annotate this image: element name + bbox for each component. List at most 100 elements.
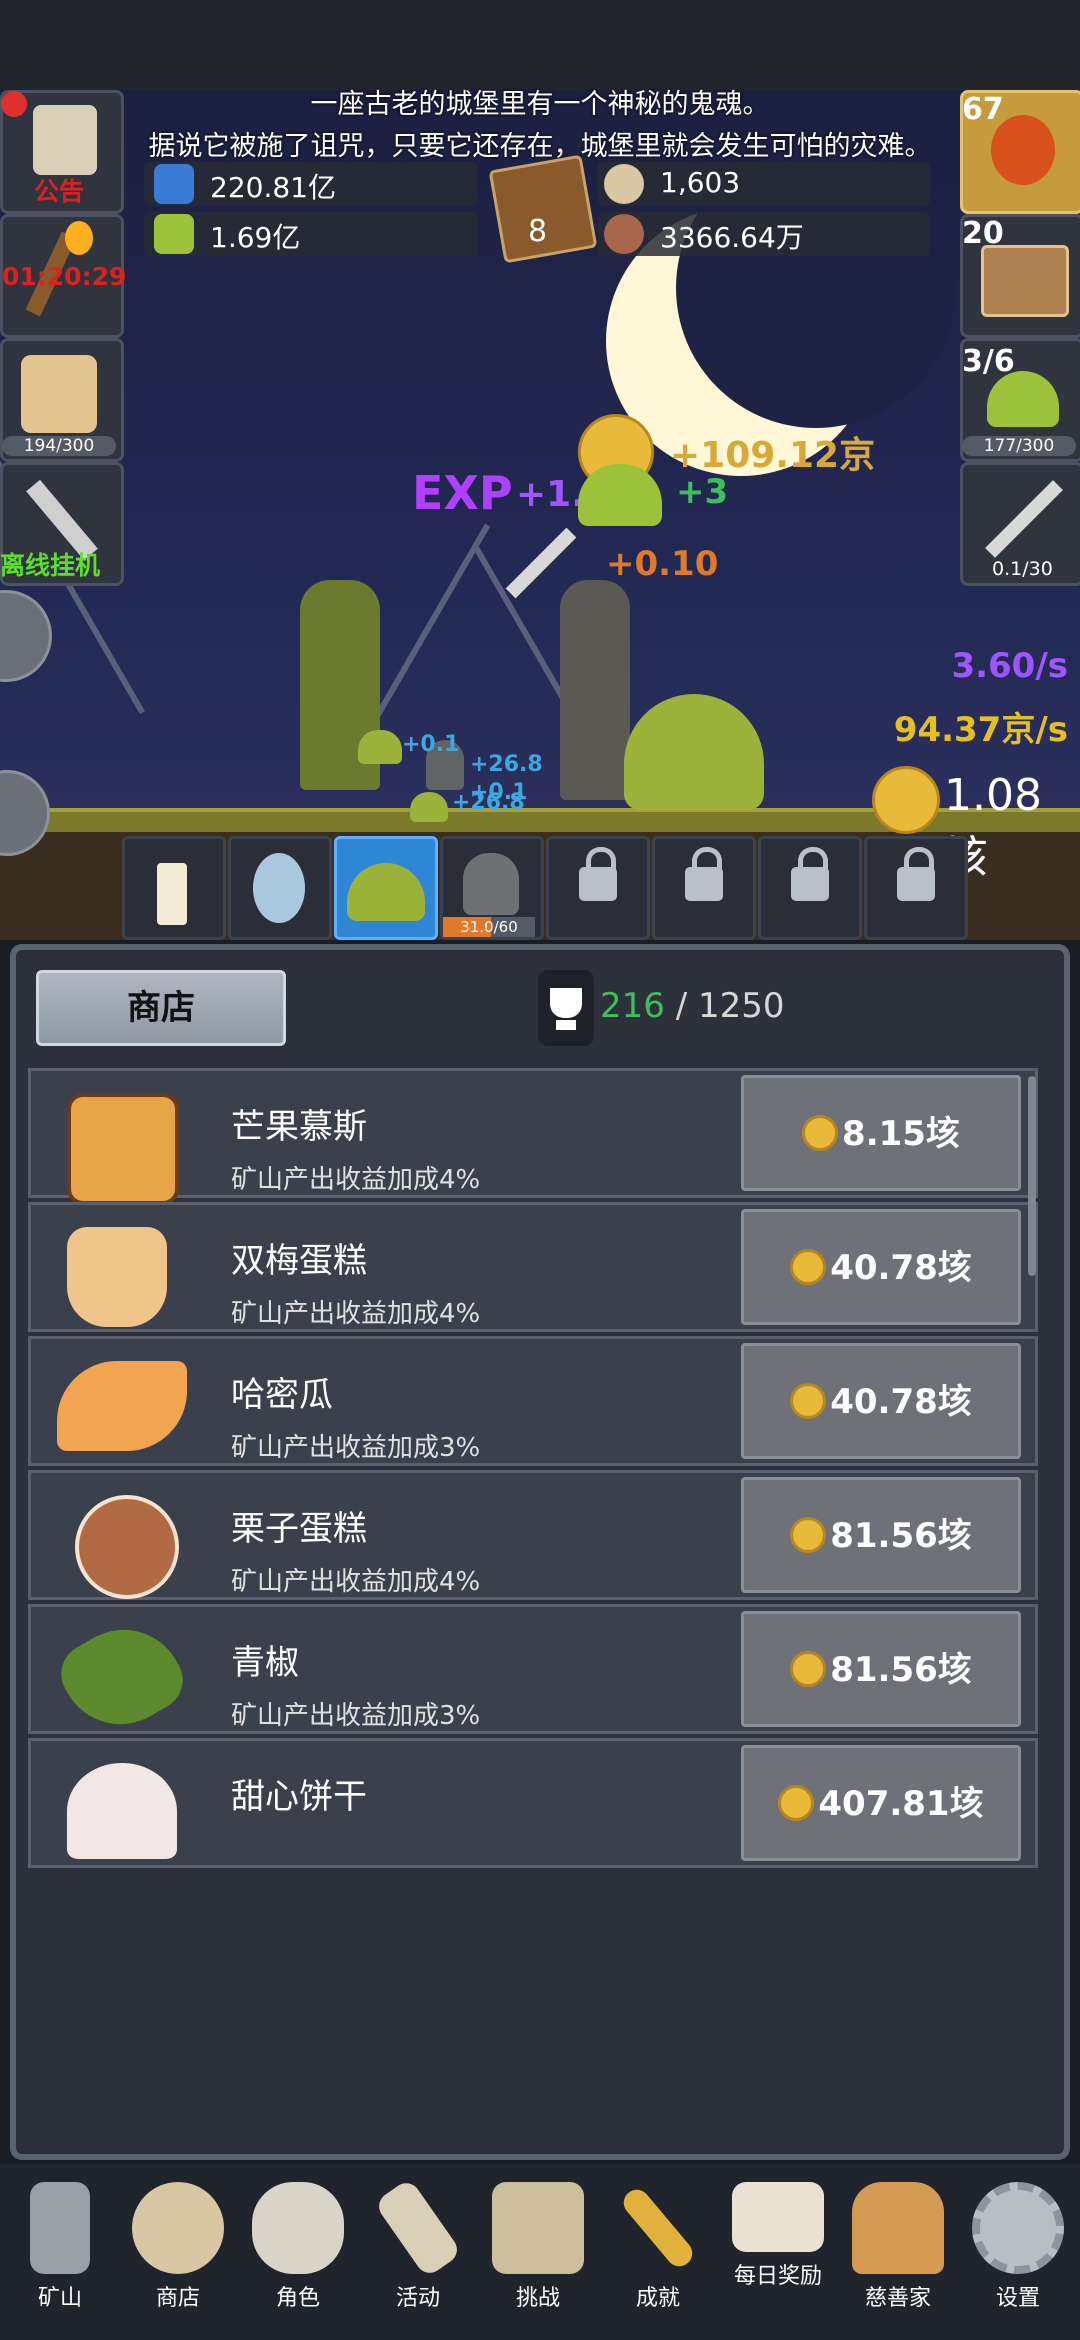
small-gain-2: +26.8: [470, 752, 543, 777]
stone-value: 1,603: [660, 166, 741, 199]
bottom-nav: 矿山 商店 角色 活动 挑战 成就 每日奖励 慈善家 设置: [0, 2164, 1080, 2340]
buy-button[interactable]: 81.56垓: [741, 1611, 1021, 1727]
slime-slot-icon: [347, 863, 425, 921]
nav-character[interactable]: 角色: [238, 2174, 358, 2324]
list-scrollbar[interactable]: [1028, 1076, 1036, 1276]
notice-red-dot: [1, 91, 27, 117]
lock-icon: [791, 847, 829, 901]
nav-challenge[interactable]: 挑战: [478, 2174, 598, 2324]
creature-slot-locked-1[interactable]: [546, 836, 650, 940]
tiny-slime: [410, 792, 448, 822]
slime-gain: +3: [676, 472, 729, 512]
torch-timer: 01:20:29: [2, 262, 127, 291]
creature-slot-locked-4[interactable]: [864, 836, 968, 940]
slime-progress: 177/300: [962, 436, 1076, 456]
nav-label: 设置: [995, 2286, 1040, 2311]
item-name: 青椒: [231, 1643, 299, 1683]
nav-achievement[interactable]: 成就: [598, 2174, 718, 2324]
lock-icon: [579, 847, 617, 901]
story-line-1: 一座古老的城堡里有一个神秘的鬼魂。: [310, 89, 770, 120]
beer-mug-icon: [21, 355, 97, 433]
resource-panel-stone: [598, 162, 930, 206]
trophy-total: 1250: [697, 986, 785, 1026]
plum-cake-icon: [67, 1227, 167, 1327]
nav-event[interactable]: 活动: [358, 2174, 478, 2324]
meat-icon: [604, 214, 644, 254]
creature-slot-slime[interactable]: [334, 836, 438, 940]
nav-settings[interactable]: 设置: [958, 2174, 1078, 2324]
green-slime-float: [578, 464, 662, 526]
trophy-cup: [550, 988, 582, 1018]
creature-slot-ghost[interactable]: 31.0/60: [440, 836, 544, 940]
nav-shop[interactable]: 商店: [118, 2174, 238, 2324]
exp-label: EXP: [412, 466, 513, 520]
lantern-icon: [30, 2182, 90, 2274]
coin-icon: [790, 1248, 827, 1285]
nav-label: 商店: [155, 2286, 200, 2311]
gold-gain: +109.12京: [670, 435, 876, 476]
shop-item: 甜心饼干 407.81垓: [28, 1738, 1038, 1868]
creature-slot-candle[interactable]: [122, 836, 226, 940]
gold-total-coin-icon: [872, 766, 940, 834]
nav-daily-reward[interactable]: 每日奖励: [718, 2174, 838, 2324]
chest-icon: [981, 245, 1069, 317]
item-desc: 矿山产出收益加成3%: [231, 1433, 481, 1463]
buy-button[interactable]: 40.78垓: [741, 1343, 1021, 1459]
green-potion-icon: [154, 214, 194, 254]
small-gain-1: +0.1: [402, 732, 460, 757]
slime-count: 3/6: [962, 344, 1015, 379]
nav-label: 角色: [275, 2286, 320, 2311]
nav-mine[interactable]: 矿山: [0, 2174, 120, 2324]
item-name: 芒果慕斯: [231, 1107, 367, 1147]
coin-icon: [790, 1650, 827, 1687]
meat-value: 3366.64万: [660, 221, 804, 254]
ghost-slot-progress: 31.0/60: [443, 917, 535, 937]
buy-button[interactable]: 407.81垓: [741, 1745, 1021, 1861]
item-name: 甜心饼干: [231, 1777, 367, 1817]
speed-button[interactable]: [0, 590, 52, 682]
item-desc: 矿山产出收益加成4%: [231, 1567, 481, 1597]
notice-label: 公告: [34, 177, 85, 206]
item-desc: 矿山产出收益加成4%: [231, 1299, 481, 1329]
nav-philanthropist[interactable]: 慈善家: [838, 2174, 958, 2324]
sword-gain: +0.10: [606, 544, 719, 584]
trophy-base: [556, 1020, 576, 1030]
bread-icon: [852, 2182, 944, 2274]
item-name: 双梅蛋糕: [231, 1241, 367, 1281]
shop-item: 青椒 矿山产出收益加成3% 81.56垓: [28, 1604, 1038, 1747]
book-count: 8: [528, 214, 548, 249]
nav-label: 成就: [635, 2286, 680, 2311]
shop-item: 栗子蛋糕 矿山产出收益加成4% 81.56垓: [28, 1470, 1038, 1600]
potion-count: 67: [962, 92, 1004, 127]
creature-slot-locked-2[interactable]: [652, 836, 756, 940]
item-name: 栗子蛋糕: [231, 1509, 367, 1549]
item-name: 哈密瓜: [231, 1375, 333, 1415]
shop-tab[interactable]: 商店: [36, 970, 286, 1046]
small-slime: [358, 730, 402, 764]
shop-item-list[interactable]: 芒果慕斯 矿山产出收益加成4% 8.15垓 双梅蛋糕 矿山产出收益加成4% 40…: [28, 1068, 1038, 2148]
coin-icon: [802, 1114, 839, 1151]
trophy-current: 216: [600, 986, 665, 1026]
trophy-icon: [538, 970, 594, 1046]
shop-item: 哈密瓜 矿山产出收益加成3% 40.78垓: [28, 1336, 1038, 1466]
price: 81.56垓: [830, 1516, 972, 1556]
buy-button[interactable]: 8.15垓: [741, 1075, 1021, 1191]
sword-icon: [985, 480, 1063, 558]
offline-label: 离线挂机: [0, 551, 101, 580]
chestnut-cake-icon: [75, 1495, 179, 1599]
buy-button[interactable]: 40.78垓: [741, 1209, 1021, 1325]
ghost-slot-icon: [463, 853, 519, 915]
price: 40.78垓: [830, 1248, 972, 1288]
story-line-2: 据说它被施了诅咒，只要它还存在，城堡里就会发生可怕的灾难。: [148, 131, 932, 162]
letter-icon: [732, 2182, 824, 2252]
green-potion-value: 1.69亿: [210, 221, 301, 254]
creature-slot-locked-3[interactable]: [758, 836, 862, 940]
shop-stone-icon: [132, 2182, 224, 2274]
trophy-separator: /: [664, 986, 698, 1026]
price: 40.78垓: [830, 1382, 972, 1422]
creature-slot-egg[interactable]: [228, 836, 332, 940]
lock-icon: [685, 847, 723, 901]
trophy-count: 216 / 1250: [600, 986, 785, 1026]
item-desc: 矿山产出收益加成4%: [231, 1165, 481, 1195]
buy-button[interactable]: 81.56垓: [741, 1477, 1021, 1593]
